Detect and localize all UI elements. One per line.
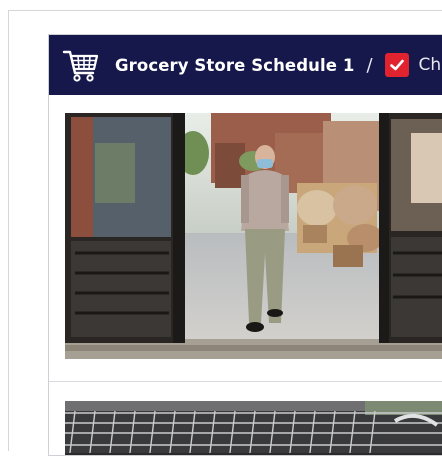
schedule-card: Grocery Store Schedule 1 / Ch [48,34,442,456]
checkbox-checked-icon[interactable] [384,53,409,77]
card-header: Grocery Store Schedule 1 / Ch [49,35,442,95]
shopping-cart-icon [62,50,99,82]
breadcrumb-checklist[interactable]: Ch [419,55,442,75]
page-title: Grocery Store Schedule 1 [115,55,355,75]
shopping-carts-photo [65,401,442,455]
section-divider [49,381,442,382]
store-entrance-photo [65,113,442,359]
breadcrumb-separator: / [366,54,373,76]
